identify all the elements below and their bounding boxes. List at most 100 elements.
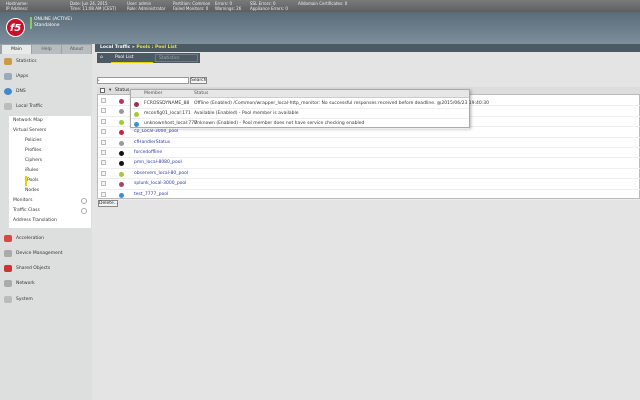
system-icon (4, 296, 12, 303)
select-all-checkbox[interactable] (100, 88, 105, 93)
label: System (16, 297, 33, 302)
sidebar-item-network[interactable]: Network (2, 277, 90, 290)
sidebar-item-iapps[interactable]: iApps (2, 70, 90, 83)
label: Traffic Class (13, 208, 40, 213)
status-icon (119, 109, 124, 115)
tab-help[interactable]: Help (32, 45, 61, 54)
pool-name-link[interactable]: splunk_local-3000_pool (134, 180, 186, 188)
sidebar-item-dns[interactable]: DNS (2, 85, 90, 98)
submenu-monitors[interactable]: Monitors (13, 196, 91, 206)
device-management-icon (4, 250, 12, 257)
label: Device Management (16, 251, 63, 256)
status-column-header[interactable]: Status (115, 87, 129, 95)
pool-name-link[interactable]: test_7777_pool (134, 191, 168, 199)
submenu-traffic-class[interactable]: Traffic Class (13, 206, 91, 216)
row-checkbox[interactable] (101, 160, 106, 166)
pool-name-link[interactable]: pmn_local-8080_pool (134, 159, 182, 167)
sidebar-item-device-management[interactable]: Device Management (2, 247, 90, 260)
ip-label: IP Address: (6, 6, 29, 11)
status-mode: Standalone (34, 23, 60, 28)
tab-main[interactable]: Main (2, 45, 31, 54)
failed-monitors[interactable]: Failed Monitors: 0 (173, 6, 208, 11)
tab-pool-list[interactable]: Pool List (111, 53, 153, 63)
tooltip-member-row: unknownhost_local:777 Unknown (Enabled) -… (131, 119, 469, 129)
member-name: FCROSSDYNAME_88 (144, 101, 190, 106)
breadcrumb: Local Traffic » Pools : Pool List (95, 44, 640, 52)
row-checkbox[interactable] (101, 139, 106, 145)
submenu-address-translation[interactable]: Address Translation (13, 216, 91, 226)
sidebar-item-local-traffic[interactable]: Local Traffic (2, 100, 90, 113)
status-header: Status (194, 91, 209, 96)
delete-button[interactable]: Delete... (98, 200, 118, 207)
alldomain-certificates[interactable]: Alldomain Certificates: 0 (298, 1, 347, 6)
device-status: ONLINE (ACTIVE) Standalone (30, 17, 72, 29)
submenu-nodes[interactable]: Nodes (25, 186, 103, 196)
submenu-network-map[interactable]: Network Map (13, 116, 91, 126)
submenu-policies[interactable]: Policies (25, 136, 103, 146)
dns-globe-icon (4, 88, 12, 95)
member-status: Offline (Enabled) /Common/wrapper_local-… (194, 101, 489, 106)
row-checkbox[interactable] (101, 191, 106, 197)
table-row: forcedoffline (98, 148, 640, 159)
search-button[interactable]: Search (190, 77, 207, 84)
sidebar-item-acceleration[interactable]: Acceleration (2, 232, 90, 245)
statistics-icon (4, 58, 12, 65)
breadcrumb-page: Pools : Pool List (136, 45, 177, 50)
nav-tabs: Main Help About (0, 44, 92, 54)
pool-members-tooltip: Member Status FCROSSDYNAME_88 Offline (En… (130, 89, 489, 129)
label: DNS (16, 89, 26, 94)
breadcrumb-separator: » (131, 45, 135, 50)
pool-name-link[interactable]: forcedoffline (134, 149, 162, 157)
acceleration-icon (4, 235, 12, 242)
appliance-errors[interactable]: Appliance Errors: 0 (250, 6, 288, 11)
label: Acceleration (16, 236, 44, 241)
status-icon (119, 182, 124, 188)
add-icon[interactable] (81, 208, 87, 214)
row-checkbox[interactable] (101, 108, 106, 114)
search-input[interactable] (97, 77, 189, 84)
row-checkbox[interactable] (101, 150, 106, 155)
tooltip-member-row: mconfig01_local:171 Available (Enabled) -… (131, 109, 469, 119)
pool-name-link[interactable]: cfHandlerStatus (134, 139, 170, 147)
sidebar-item-shared-objects[interactable]: Shared Objects (2, 262, 90, 275)
tab-statistics[interactable]: Statistics (155, 54, 198, 62)
row-checkbox[interactable] (101, 118, 106, 124)
warnings[interactable]: Warnings: 26 (215, 6, 241, 11)
submenu-profiles[interactable]: Profiles (25, 146, 103, 156)
pool-name-link[interactable]: observers_local-80_pool (134, 170, 188, 178)
submenu-pools[interactable]: Pools (25, 176, 103, 186)
label: iApps (16, 74, 29, 79)
home-icon[interactable]: ⌂ (100, 54, 103, 62)
role: Role: Administrator (127, 6, 166, 11)
add-icon[interactable] (81, 198, 87, 204)
f5-logo[interactable]: f5 (6, 18, 25, 37)
table-row: pmn_local-8080_pool (98, 158, 640, 169)
status-icon (119, 151, 124, 156)
tooltip-member-row: FCROSSDYNAME_88 Offline (Enabled) /Common… (131, 99, 489, 109)
sub-tabs: ⌂ Pool List Statistics (97, 53, 200, 63)
tooltip-header: Member Status (131, 90, 469, 98)
tab-about[interactable]: About (62, 45, 91, 54)
row-checkbox[interactable] (101, 170, 106, 176)
sort-icon[interactable]: ▾ (109, 87, 111, 95)
submenu-irules[interactable]: iRules (25, 166, 103, 176)
member-status-icon (134, 102, 139, 107)
status-icon (119, 119, 124, 125)
table-row: cfHandlerStatus (98, 138, 640, 148)
table-row: observers_local-80_pool (98, 169, 640, 180)
header (0, 12, 640, 44)
label: Network (16, 281, 35, 286)
time: Time: 11:08 AM (CEST) (70, 6, 117, 11)
submenu-ciphers[interactable]: Ciphers (25, 156, 103, 166)
pool-name-link[interactable]: cp_Local-3000_pool (134, 128, 178, 136)
row-checkbox[interactable] (101, 181, 106, 187)
table-row: splunk_local-3000_pool (98, 179, 640, 190)
sidebar-item-system[interactable]: System (2, 293, 90, 306)
breadcrumb-section[interactable]: Local Traffic (100, 45, 130, 50)
row-checkbox[interactable] (101, 129, 106, 135)
submenu-virtual-servers[interactable]: Virtual Servers (13, 126, 91, 136)
status-icon (119, 192, 124, 198)
sidebar-item-statistics[interactable]: Statistics (2, 55, 90, 68)
row-checkbox[interactable] (101, 98, 106, 103)
status-icon (119, 99, 124, 104)
